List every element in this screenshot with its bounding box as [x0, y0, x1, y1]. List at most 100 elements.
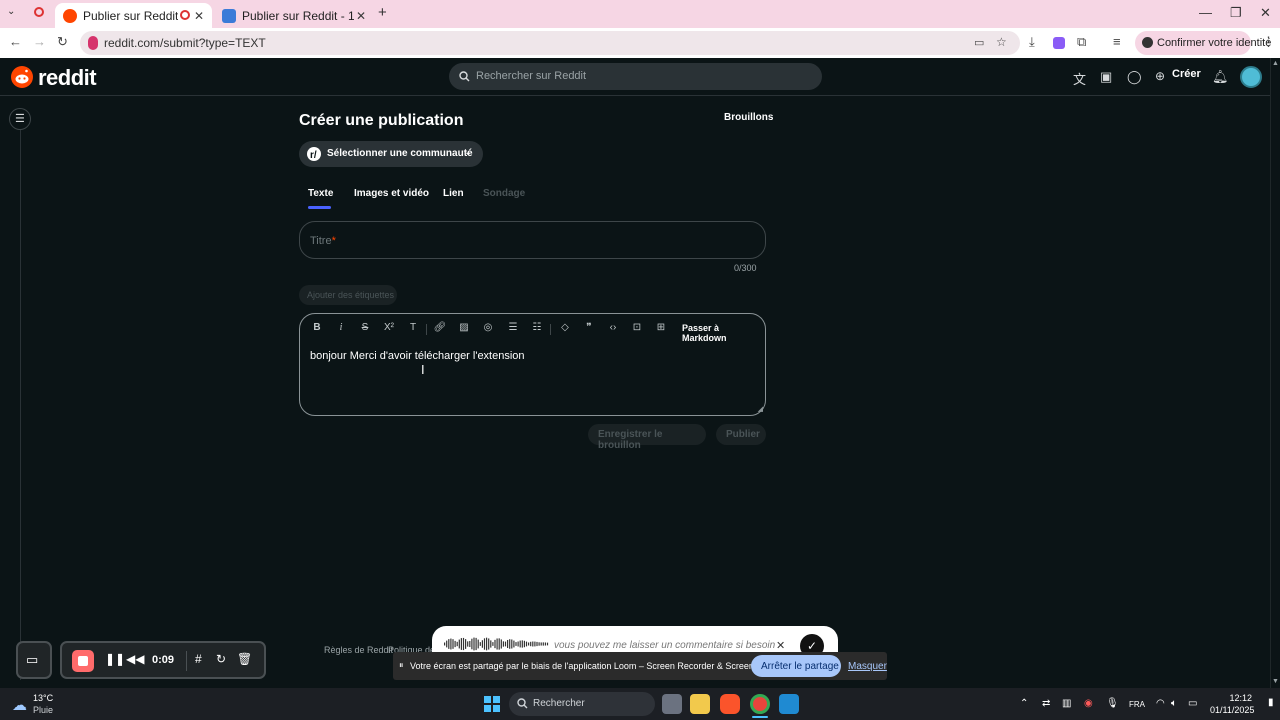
brave-browser-icon[interactable]	[720, 694, 740, 714]
clock-date: 01/11/2025	[1210, 705, 1255, 715]
link-icon[interactable]: 🔗︎	[433, 322, 447, 333]
microphone-in-use-icon[interactable]	[88, 36, 98, 50]
quote-icon[interactable]: ❞	[582, 322, 596, 333]
minimize-icon[interactable]: —	[1199, 5, 1212, 20]
chat-icon[interactable]: ◯	[1127, 69, 1142, 85]
pause-icon[interactable]: ❚❚	[105, 652, 125, 666]
publish-button[interactable]: Publier	[716, 424, 766, 445]
confirm-identity-button[interactable]: Confirmer votre identité	[1135, 31, 1271, 55]
resize-handle-icon[interactable]: ◢	[758, 405, 763, 413]
file-explorer-icon[interactable]	[690, 694, 710, 714]
tab-poll[interactable]: Sondage	[483, 188, 525, 199]
footer-link-rules[interactable]: Règles de Reddit	[324, 645, 393, 655]
browser-menu-icon[interactable]: ⋮	[1262, 34, 1275, 50]
tab-search-chevron-icon[interactable]: ⌄	[7, 6, 15, 17]
translate-icon[interactable]: 文	[1073, 69, 1086, 88]
tray-microphone-icon[interactable]: 🎙︎	[1106, 698, 1119, 709]
advertise-icon[interactable]: ▣	[1100, 69, 1112, 85]
windows-taskbar: ☁ 13°C Pluie Rechercher ⌃ ⇄ ▥ ◉ 🎙︎ FRA ◠…	[0, 688, 1280, 720]
tab-recording-icon	[180, 10, 190, 20]
new-tab-button[interactable]: +	[378, 4, 387, 21]
table-icon[interactable]: ⊞	[654, 322, 668, 333]
code-icon[interactable]: ‹›	[606, 322, 620, 333]
stop-sharing-button[interactable]: Arrêter le partage	[751, 655, 841, 677]
strikethrough-button[interactable]: S	[358, 322, 372, 333]
tab-list-icon[interactable]: ≡	[1113, 34, 1121, 49]
chrome-browser-icon[interactable]	[750, 694, 770, 714]
back-icon[interactable]: ←	[9, 34, 22, 49]
tray-recording-icon[interactable]: ◉	[1084, 698, 1093, 709]
bold-button[interactable]: B	[310, 322, 324, 333]
battery-icon[interactable]: ▭	[1188, 698, 1197, 709]
browser-tab-strip: ⌄ Publier sur Reddit ✕ Publier sur Reddi…	[0, 0, 1280, 28]
reddit-wordmark[interactable]: reddit	[38, 65, 97, 91]
title-input[interactable]: Titre*	[299, 221, 766, 259]
italic-button[interactable]: i	[334, 322, 348, 333]
stop-recording-button[interactable]	[72, 650, 94, 672]
volume-icon[interactable]: 🔈︎	[1171, 698, 1177, 709]
nav-menu-button[interactable]: ☰	[9, 108, 31, 130]
tab-publier-reddit-active[interactable]: Publier sur Reddit ✕	[55, 3, 212, 28]
tray-chevron-up-icon[interactable]: ⌃	[1020, 698, 1028, 709]
system-clock[interactable]: 12:12 01/11/2025	[1210, 692, 1255, 716]
extensions-puzzle-icon[interactable]: ⧉	[1077, 34, 1086, 50]
restart-icon[interactable]: ↻	[216, 652, 226, 666]
notification-center-icon[interactable]: ▮	[1268, 697, 1274, 708]
close-tab-icon[interactable]: ✕	[356, 9, 366, 23]
image-icon[interactable]: ▨	[457, 322, 471, 333]
page-scrollbar[interactable]: ▲ ▼	[1270, 58, 1280, 688]
bookmark-star-icon[interactable]: ☆	[996, 35, 1007, 49]
community-label: Sélectionner une communauté	[327, 148, 473, 159]
cast-icon[interactable]: ▭	[974, 36, 984, 49]
reddit-logo-icon[interactable]	[11, 66, 33, 88]
drafts-button[interactable]: Brouillons	[724, 112, 773, 123]
add-tags-button[interactable]: Ajouter des étiquettes	[299, 285, 397, 305]
tab-images-video[interactable]: Images et vidéo	[354, 188, 429, 199]
tab-text[interactable]: Texte	[308, 188, 333, 199]
address-bar[interactable]: reddit.com/submit?type=TEXT ▭ ☆	[80, 31, 1020, 55]
forward-icon[interactable]: →	[33, 34, 46, 49]
spoiler-icon[interactable]: ◇	[558, 322, 572, 333]
task-view-icon[interactable]	[662, 694, 682, 714]
close-window-icon[interactable]: ✕	[1260, 5, 1271, 21]
scroll-down-icon[interactable]: ▼	[1272, 678, 1279, 685]
tab-publier-reddit-2[interactable]: Publier sur Reddit - 1 Novembre ✕	[214, 3, 374, 28]
windows-start-icon[interactable]	[484, 696, 500, 712]
create-button[interactable]: Créer	[1172, 68, 1201, 80]
weather-rain-icon[interactable]: ☁	[12, 696, 27, 714]
tray-app-icon[interactable]: ▥	[1062, 698, 1071, 709]
heading-button[interactable]: T	[406, 322, 420, 333]
hamburger-icon: ☰	[15, 113, 25, 125]
create-plus-icon[interactable]: ⊕	[1155, 69, 1165, 83]
draw-grid-icon[interactable]: #	[195, 652, 202, 666]
download-icon[interactable]: ⤓	[1029, 34, 1035, 50]
extension-app-icon[interactable]	[1053, 37, 1065, 49]
vscode-icon[interactable]	[779, 694, 799, 714]
select-community-button[interactable]: r/ Sélectionner une communauté ⌄	[299, 141, 483, 167]
reload-icon[interactable]: ↻	[57, 34, 68, 50]
scroll-up-icon[interactable]: ▲	[1272, 60, 1279, 67]
close-tab-icon[interactable]: ✕	[194, 9, 204, 23]
hide-share-bar-link[interactable]: Masquer	[848, 661, 887, 672]
body-editor[interactable]: B i S X² T 🔗︎ ▨ ◎ ☰ ☷ ◇ ❞ ‹› ⊡ ⊞ Passer …	[299, 313, 766, 416]
reddit-search-input[interactable]: Rechercher sur Reddit	[449, 63, 822, 90]
code-block-icon[interactable]: ⊡	[630, 322, 644, 333]
numbered-list-icon[interactable]: ☷	[530, 322, 544, 333]
tray-sync-icon[interactable]: ⇄	[1042, 698, 1050, 709]
switch-to-markdown-button[interactable]: Passer à Markdown	[682, 323, 765, 343]
taskbar-search[interactable]: Rechercher	[509, 692, 655, 716]
superscript-button[interactable]: X²	[382, 322, 396, 333]
notifications-bell-icon[interactable]: 🔔︎	[1212, 69, 1229, 85]
loom-camera-button[interactable]: ▭	[16, 641, 52, 679]
wifi-icon[interactable]: ◠	[1156, 698, 1165, 709]
tab-link[interactable]: Lien	[443, 188, 464, 199]
language-indicator[interactable]: FRA	[1129, 700, 1145, 709]
bulleted-list-icon[interactable]: ☰	[506, 322, 520, 333]
close-popup-icon[interactable]: ✕	[776, 639, 785, 652]
user-avatar[interactable]	[1240, 66, 1262, 88]
save-draft-button[interactable]: Enregistrer le brouillon	[588, 424, 706, 451]
video-icon[interactable]: ◎	[481, 322, 495, 333]
delete-trash-icon[interactable]: 🗑︎	[237, 652, 252, 666]
rewind-icon[interactable]: ◀◀	[126, 652, 144, 666]
restore-icon[interactable]: ❐	[1230, 5, 1242, 21]
